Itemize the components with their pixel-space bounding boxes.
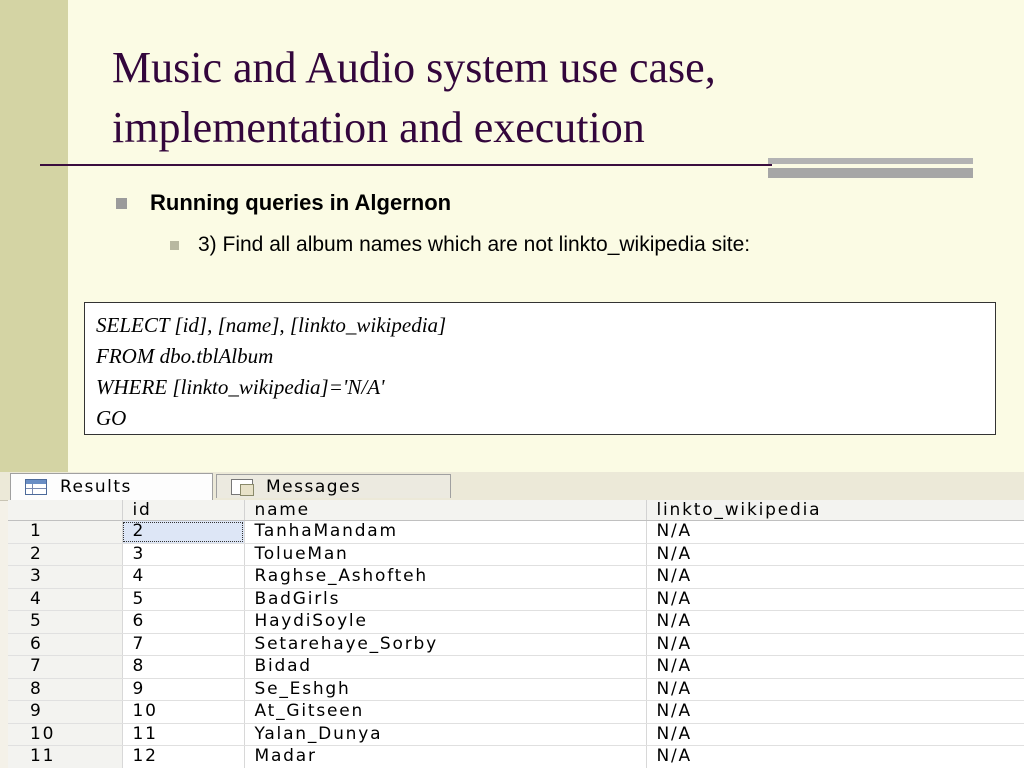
id-cell[interactable]: 5 — [122, 588, 245, 611]
row-number-cell: 8 — [8, 678, 123, 701]
linkto-wikipedia-cell[interactable]: N/A — [646, 700, 1024, 724]
sql-query-line: GO — [96, 406, 127, 430]
sql-query-line: FROM dbo.tblAlbum — [96, 344, 274, 368]
row-number-cell: 9 — [8, 700, 123, 724]
id-cell[interactable]: 11 — [122, 723, 245, 746]
bullet-level-2-text: 3) Find all album names which are not li… — [198, 233, 751, 256]
table-row[interactable]: 6 7 Setarehaye_Sorby N/A — [8, 633, 1024, 656]
linkto-wikipedia-cell[interactable]: N/A — [646, 520, 1024, 544]
square-bullet-icon — [116, 197, 127, 209]
column-header-rownum — [8, 500, 123, 521]
table-row[interactable]: 8 9 Se_Eshgh N/A — [8, 678, 1024, 701]
row-number-cell: 5 — [8, 610, 123, 634]
tab-messages[interactable]: Messages — [216, 474, 451, 498]
name-cell[interactable]: HaydiSoyle — [244, 610, 647, 634]
results-tab-strip: Results Messages — [0, 472, 1024, 501]
row-number-cell: 1 — [8, 520, 123, 544]
table-row[interactable]: 2 3 ToluеMan N/A — [8, 543, 1024, 566]
results-header-row: id name linkto_wikipedia — [8, 500, 1024, 521]
id-cell[interactable]: 12 — [122, 745, 245, 768]
id-cell[interactable]: 10 — [122, 700, 245, 724]
row-number-cell: 3 — [8, 565, 123, 589]
name-cell[interactable]: TanhaMandam — [244, 520, 647, 544]
row-number-cell: 2 — [8, 543, 123, 566]
bullet-level-1: Running queries in Algernon — [116, 189, 451, 217]
table-row[interactable]: 10 11 Yalan_Dunya N/A — [8, 723, 1024, 746]
tab-results-label: Results — [60, 477, 132, 497]
table-row[interactable]: 4 5 BadGirls N/A — [8, 588, 1024, 611]
column-header-id[interactable]: id — [122, 500, 245, 521]
bullet-level-2: 3) Find all album names which are not li… — [170, 231, 750, 259]
name-cell[interactable]: Se_Eshgh — [244, 678, 647, 701]
title-accent-bar-lower — [768, 168, 973, 178]
linkto-wikipedia-cell[interactable]: N/A — [646, 588, 1024, 611]
id-cell[interactable]: 4 — [122, 565, 245, 589]
bullet-level-1-text: Running queries in Algernon — [150, 190, 452, 215]
id-cell[interactable]: 3 — [122, 543, 245, 566]
row-number-cell: 7 — [8, 655, 123, 679]
id-cell[interactable]: 2 — [122, 520, 245, 544]
table-row[interactable]: 3 4 Raghse_Ashofteh N/A — [8, 565, 1024, 589]
column-header-linkto-wikipedia[interactable]: linkto_wikipedia — [646, 500, 1024, 521]
linkto-wikipedia-cell[interactable]: N/A — [646, 655, 1024, 679]
sql-query-line: WHERE [linkto_wikipedia]='N/A' — [96, 375, 385, 399]
square-bullet-icon — [170, 240, 179, 250]
slide-title: Music and Audio system use case, impleme… — [112, 38, 932, 158]
id-cell[interactable]: 6 — [122, 610, 245, 634]
name-cell[interactable]: Bidad — [244, 655, 647, 679]
table-row[interactable]: 1 2 TanhaMandam N/A — [8, 520, 1024, 544]
name-cell[interactable]: At_Gitseen — [244, 700, 647, 724]
row-number-cell: 4 — [8, 588, 123, 611]
id-cell[interactable]: 7 — [122, 633, 245, 656]
id-cell[interactable]: 9 — [122, 678, 245, 701]
results-grid[interactable]: id name linkto_wikipedia 1 2 TanhaMandam N/… — [8, 500, 1024, 768]
row-number-cell: 11 — [8, 745, 123, 768]
name-cell[interactable]: Yalan_Dunya — [244, 723, 647, 746]
linkto-wikipedia-cell[interactable]: N/A — [646, 745, 1024, 768]
linkto-wikipedia-cell[interactable]: N/A — [646, 543, 1024, 566]
name-cell[interactable]: Raghse_Ashofteh — [244, 565, 647, 589]
sql-query-box: SELECT [id], [name], [linkto_wikipedia] … — [84, 302, 996, 435]
tab-messages-label: Messages — [266, 476, 362, 497]
linkto-wikipedia-cell[interactable]: N/A — [646, 610, 1024, 634]
results-body: 1 2 TanhaMandam N/A 2 3 ToluеMan N/A 3 4 Raghse_As… — [8, 520, 1024, 768]
column-header-name[interactable]: name — [244, 500, 647, 521]
slide-title-line-1: Music and Audio system use case, — [112, 43, 716, 92]
sql-query-line: SELECT [id], [name], [linkto_wikipedia] — [96, 313, 447, 337]
table-row[interactable]: 5 6 HaydiSoyle N/A — [8, 610, 1024, 634]
linkto-wikipedia-cell[interactable]: N/A — [646, 723, 1024, 746]
messages-icon — [231, 478, 254, 496]
slide-title-line-2: implementation and execution — [112, 103, 645, 152]
grid-icon — [25, 479, 47, 495]
row-number-cell: 10 — [8, 723, 123, 746]
query-results-panel: Results Messages id name linkto_wikipedi… — [0, 472, 1024, 768]
table-row[interactable]: 11 12 Madar N/A — [8, 745, 1024, 768]
name-cell[interactable]: ToluеMan — [244, 543, 647, 566]
table-row[interactable]: 7 8 Bidad N/A — [8, 655, 1024, 679]
linkto-wikipedia-cell[interactable]: N/A — [646, 565, 1024, 589]
linkto-wikipedia-cell[interactable]: N/A — [646, 633, 1024, 656]
tab-results[interactable]: Results — [10, 473, 213, 500]
row-number-cell: 6 — [8, 633, 123, 656]
name-cell[interactable]: Madar — [244, 745, 647, 768]
id-cell[interactable]: 8 — [122, 655, 245, 679]
name-cell[interactable]: Setarehaye_Sorby — [244, 633, 647, 656]
title-accent-bar — [768, 158, 973, 164]
table-row[interactable]: 9 10 At_Gitseen N/A — [8, 700, 1024, 724]
name-cell[interactable]: BadGirls — [244, 588, 647, 611]
results-table: id name linkto_wikipedia 1 2 TanhaMandam N/… — [8, 500, 1024, 768]
linkto-wikipedia-cell[interactable]: N/A — [646, 678, 1024, 701]
title-underline — [40, 164, 772, 166]
